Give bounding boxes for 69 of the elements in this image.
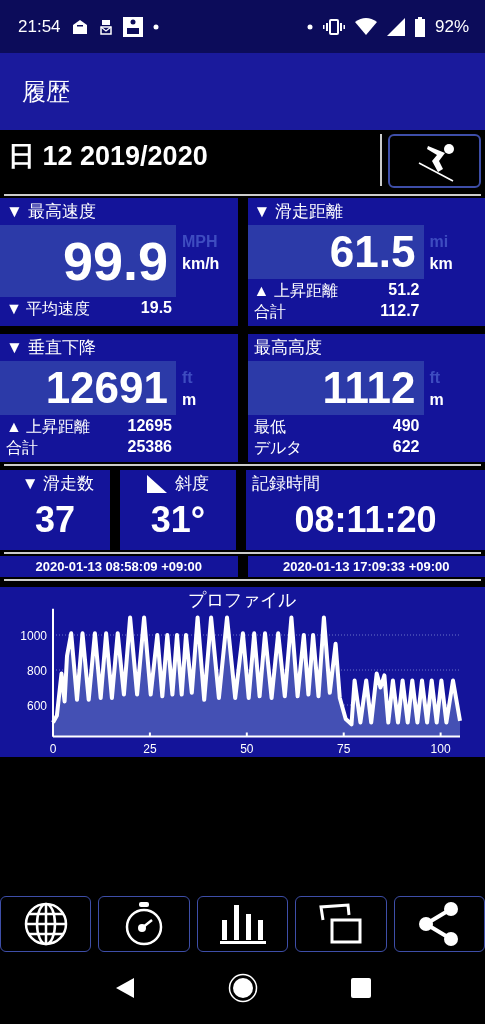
- sub-value: 490: [392, 417, 420, 436]
- y-tick-label: 600: [26, 699, 47, 713]
- stat-label[interactable]: ▼ 最高速度: [0, 200, 238, 223]
- stat-value: 61.5: [329, 227, 416, 277]
- y-tick-label: 800: [26, 664, 47, 678]
- x-tick-label: 0: [49, 741, 57, 756]
- envelope-icon: [98, 18, 113, 35]
- battery-icon: [414, 16, 425, 37]
- stat-value: 08:11:20: [293, 499, 438, 541]
- signal-icon: [386, 17, 405, 36]
- sub-label: 最低: [253, 417, 286, 437]
- sub-label: 合計: [253, 302, 286, 322]
- notification-icon: [122, 16, 143, 37]
- wifi-icon: [354, 17, 377, 36]
- chart-title: プロファイル: [188, 590, 296, 610]
- app-title: 履歴: [22, 76, 70, 107]
- globe-icon: [22, 901, 69, 947]
- battery-level: 92%: [434, 16, 469, 37]
- timestamp: 2020-01-13 17:09:33 +09:00: [247, 556, 485, 577]
- toolbar-button[interactable]: [0, 896, 92, 952]
- dot-icon: [152, 23, 159, 30]
- sub-label: デルタ: [253, 438, 302, 458]
- stat-value: 12691: [45, 363, 168, 413]
- sub-value: 25386: [127, 438, 172, 457]
- stat-value: 31°: [150, 499, 206, 541]
- sub-value: 51.2: [388, 281, 420, 300]
- stat-label[interactable]: 記録時間: [246, 472, 320, 495]
- home-icon[interactable]: [227, 973, 258, 1003]
- toolbar-button[interactable]: [98, 896, 190, 952]
- x-tick-label: 50: [240, 741, 254, 756]
- stat-value: 1112: [322, 363, 416, 413]
- stat-label[interactable]: ▼ 滑走距離: [247, 200, 485, 223]
- stat-value: 99.9: [62, 230, 168, 292]
- unit-label[interactable]: m: [182, 391, 197, 409]
- season-title: 日 12 2019/2020: [8, 140, 209, 173]
- sub-label: ▲ 上昇距離: [253, 281, 338, 301]
- recents-icon[interactable]: [349, 977, 372, 999]
- stopwatch-icon: [124, 901, 165, 947]
- toolbar-button[interactable]: [196, 896, 289, 952]
- unit-label[interactable]: km: [429, 255, 453, 273]
- mail-icon: [70, 18, 89, 35]
- unit-label[interactable]: m: [429, 391, 444, 409]
- sub-value: 622: [392, 438, 420, 457]
- toolbar-button[interactable]: [295, 896, 387, 952]
- stat-value: 37: [34, 499, 75, 541]
- sub-label: ▼ 平均速度: [6, 299, 91, 319]
- stat-label[interactable]: ▼ 滑走数: [15, 472, 95, 495]
- x-tick-label: 25: [143, 741, 157, 756]
- sub-label: 合計: [6, 438, 38, 458]
- x-tick-label: 75: [337, 741, 351, 756]
- sub-label: ▲ 上昇距離: [6, 417, 91, 437]
- bar-chart-icon: [219, 903, 266, 945]
- status-time: 21:54: [18, 16, 61, 37]
- windows-icon: [317, 903, 364, 945]
- sub-value: 19.5: [140, 299, 172, 318]
- activity-button[interactable]: [388, 134, 481, 188]
- stat-label[interactable]: ▼ 垂直下降: [0, 336, 238, 359]
- sub-value: 12695: [127, 417, 172, 436]
- vibrate-icon: [322, 17, 345, 36]
- toolbar-button[interactable]: [393, 896, 485, 952]
- stat-label[interactable]: 斜度: [169, 472, 209, 495]
- timestamp: 2020-01-13 08:58:09 +09:00: [0, 556, 238, 577]
- sub-value: 112.7: [380, 302, 420, 321]
- y-tick-label: 1000: [20, 629, 47, 643]
- unit-label[interactable]: km/h: [182, 255, 220, 273]
- dot-icon: [306, 23, 313, 30]
- stat-label[interactable]: 最高高度: [247, 336, 485, 359]
- slope-icon: [147, 474, 167, 493]
- x-tick-label: 100: [430, 741, 451, 756]
